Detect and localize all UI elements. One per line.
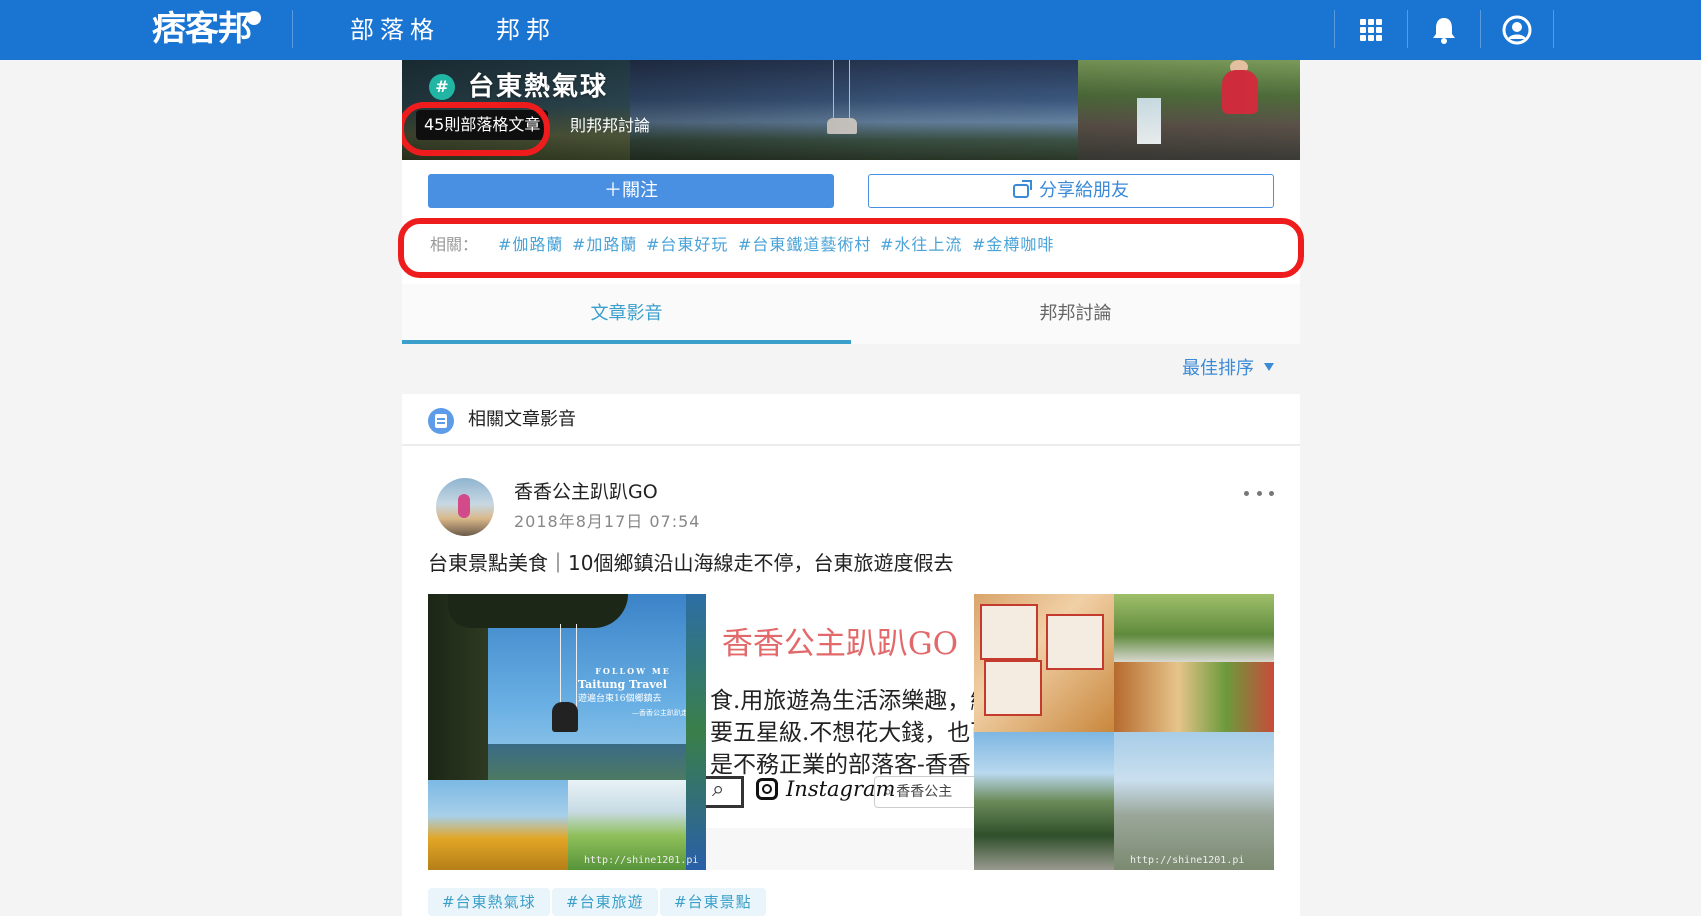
notification-button[interactable] [1408,0,1480,60]
apps-button[interactable] [1335,0,1407,60]
share-label: 分享給朋友 [1039,180,1129,201]
logo-text: 痞客邦 [152,9,252,49]
post-tags: #台東熱氣球 #台東旅遊 #台東景點 [428,888,1288,916]
caret-down-icon [1264,363,1274,371]
tab-articles[interactable]: 文章影音 [402,284,851,344]
nav-divider [1553,10,1554,48]
highlight-ring-blog-count [402,102,550,156]
share-icon [1013,180,1032,198]
nav-divider [292,10,293,48]
image-watermark: http://shine1201.pi [1130,855,1245,866]
sort-row: 最佳排序 [402,344,1300,394]
image-caption: FOLLOW ME Taitung Travel 遊遍台東16個鄉鎮去 —香香公… [578,666,688,717]
tab-discussions[interactable]: 邦邦討論 [851,284,1300,344]
top-nav-bar: 痞客邦 部落格 邦邦 [0,0,1701,60]
image-brand-text: 香香公主趴趴GO [721,626,959,662]
content-tabs: 文章影音 邦邦討論 [402,284,1300,344]
gallery-image-swing[interactable]: FOLLOW ME Taitung Travel 遊遍台東16個鄉鎮去 —香香公… [428,594,706,870]
hashtag-icon: # [429,74,455,100]
section-header: 相關文章影音 [402,394,1300,446]
account-button[interactable] [1481,0,1553,60]
sort-label: 最佳排序 [1182,358,1254,379]
highlight-ring-related-tags [398,218,1304,278]
post-tag[interactable]: #台東旅遊 [552,888,658,916]
apps-icon [1360,19,1382,41]
discussion-count-stat[interactable]: 則邦邦討論 [570,115,650,137]
bell-icon [1433,18,1455,44]
search-icon [706,776,744,808]
post-date: 2018年8月17日 07:54 [514,512,701,531]
hashtag-title: 台東熱氣球 [468,72,609,102]
instagram-icon [756,778,778,800]
logo-pin-icon [247,11,261,25]
gallery-image-collage[interactable]: http://shine1201.pi [974,594,1274,870]
article-icon [428,408,454,434]
post-tag[interactable]: #台東熱氣球 [428,888,550,916]
site-logo[interactable]: 痞客邦 [152,9,261,49]
more-options-icon[interactable] [1244,486,1274,500]
nav-link-blog[interactable]: 部落格 [350,16,440,44]
share-button[interactable]: 分享給朋友 [868,174,1274,208]
user-icon [1502,15,1532,45]
post-author[interactable]: 香香公主趴趴GO [514,480,658,504]
author-avatar[interactable] [436,478,494,536]
post-title[interactable]: 台東景點美食｜10個鄉鎮沿山海線走不停，台東旅遊度假去 [428,550,953,576]
image-watermark: http://shine1201.pi [584,855,699,866]
post-image-gallery[interactable]: FOLLOW ME Taitung Travel 遊遍台東16個鄉鎮去 —香香公… [428,594,1274,870]
gallery-image-profile[interactable]: 香香公主趴趴GO 食.用旅遊為生活添樂趣，繼 要五星級.不想花大錢，也可 是不務… [706,594,974,870]
post-tag[interactable]: #台東景點 [660,888,766,916]
nav-link-bangbang[interactable]: 邦邦 [496,16,556,44]
hashtag-hero-banner: # 台東熱氣球 45則部落格文章 則邦邦討論 [402,60,1300,160]
sort-dropdown[interactable]: 最佳排序 [1182,358,1274,380]
main-column: # 台東熱氣球 45則部落格文章 則邦邦討論 ＋關注 分享給朋友 相關： #伽路… [398,60,1304,916]
follow-button[interactable]: ＋關注 [428,174,834,208]
section-title: 相關文章影音 [468,409,576,430]
